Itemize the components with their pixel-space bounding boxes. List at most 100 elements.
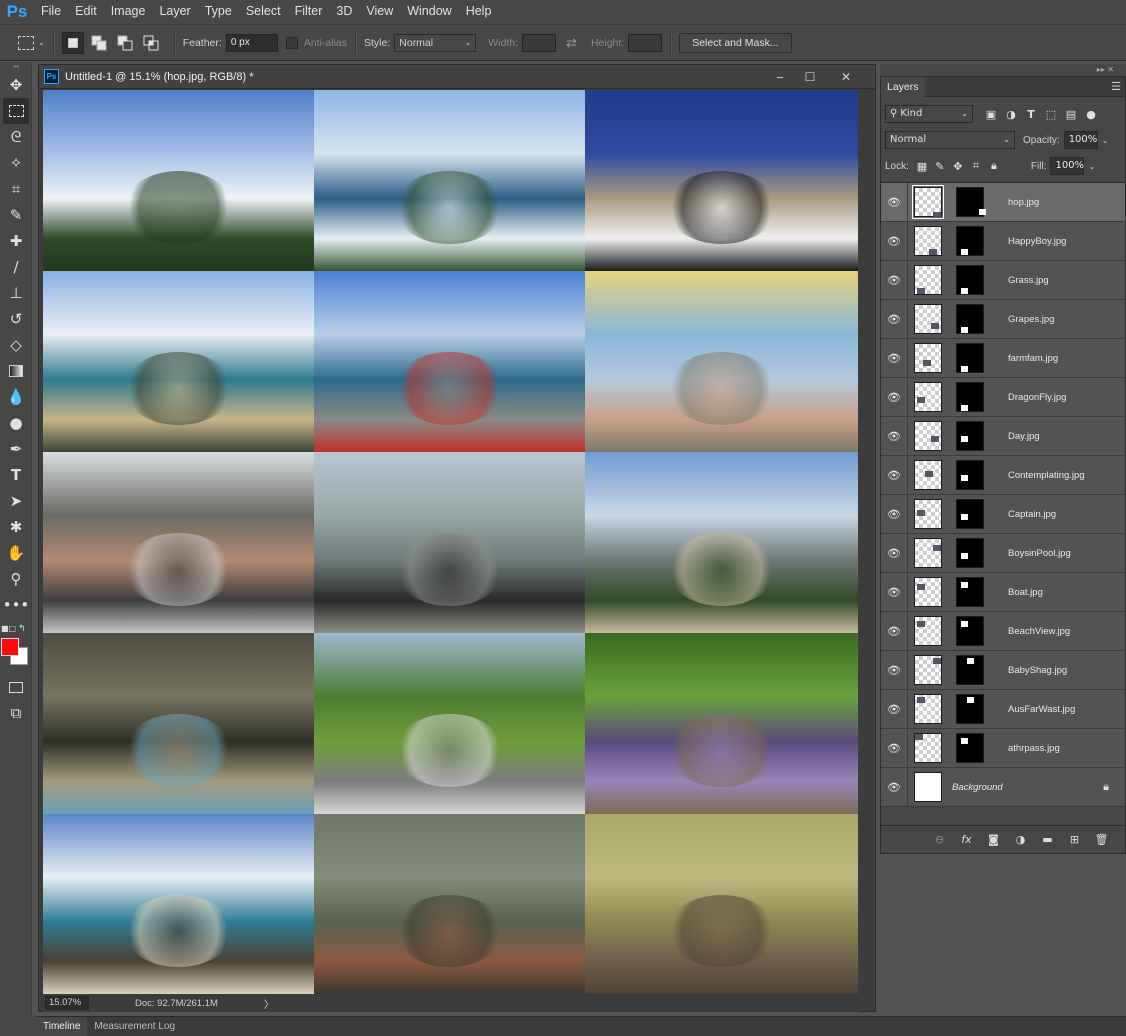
path-selection-tool-icon[interactable]: ➤ [3, 488, 29, 514]
antialias-checkbox[interactable] [285, 36, 298, 49]
layer-mask-thumbnail[interactable] [956, 616, 984, 646]
new-selection-button[interactable] [61, 31, 84, 54]
layer-mask-thumbnail[interactable] [956, 421, 984, 451]
menu-file[interactable]: File [34, 0, 68, 24]
layer-mask-thumbnail[interactable] [956, 538, 984, 568]
layer-mask-thumbnail[interactable] [956, 694, 984, 724]
intersect-selection-button[interactable] [140, 32, 162, 54]
menu-window[interactable]: Window [400, 0, 458, 24]
brush-tool-icon[interactable]: ∕ [3, 254, 29, 280]
quick-mask-icon[interactable] [3, 674, 29, 700]
eye-visibility-icon[interactable]: 👁︎ [881, 508, 907, 521]
layer-thumbnail[interactable] [914, 694, 942, 724]
lock-image-pixels-icon[interactable]: ✎ [931, 157, 949, 175]
gradient-tool-icon[interactable] [3, 358, 29, 384]
lock-transparent-pixels-icon[interactable]: ▦ [913, 157, 931, 175]
hand-tool-icon[interactable]: ✋ [3, 540, 29, 566]
layer-row[interactable]: 👁︎ Contemplating.jpg [881, 455, 1125, 495]
delete-layer-icon[interactable]: 🗑︎ [1088, 830, 1115, 850]
layer-mask-thumbnail[interactable] [956, 304, 984, 334]
tab-measurement-log[interactable]: Measurement Log [87, 1017, 182, 1036]
layer-row[interactable]: 👁︎ HappyBoy.jpg [881, 221, 1125, 261]
layer-thumbnail[interactable] [914, 265, 942, 295]
eye-visibility-icon[interactable]: 👁︎ [881, 781, 907, 794]
eye-visibility-icon[interactable]: 👁︎ [881, 391, 907, 404]
layer-mask-thumbnail[interactable] [956, 733, 984, 763]
pixel-filter-icon[interactable]: ▣ [981, 105, 1001, 123]
menu-edit[interactable]: Edit [68, 0, 104, 24]
crop-tool-icon[interactable]: ⌗ [3, 176, 29, 202]
eye-visibility-icon[interactable]: 👁︎ [881, 274, 907, 287]
layer-mask-thumbnail[interactable] [956, 655, 984, 685]
eye-visibility-icon[interactable]: 👁︎ [881, 742, 907, 755]
menu-view[interactable]: View [359, 0, 400, 24]
eye-visibility-icon[interactable]: 👁︎ [881, 196, 907, 209]
swap-colors-icon[interactable]: ↰ [18, 624, 26, 634]
blend-mode-select[interactable]: Normal ⌄ [885, 131, 1015, 149]
layer-thumbnail[interactable] [914, 460, 942, 490]
eye-visibility-icon[interactable]: 👁︎ [881, 586, 907, 599]
layer-mask-thumbnail[interactable] [956, 265, 984, 295]
chevron-down-icon[interactable]: ⌄ [1102, 136, 1109, 145]
menu-help[interactable]: Help [459, 0, 499, 24]
layer-thumbnail[interactable] [914, 733, 942, 763]
layer-mask-thumbnail[interactable] [956, 577, 984, 607]
layer-thumbnail[interactable] [914, 382, 942, 412]
height-input[interactable] [628, 33, 663, 52]
layer-thumbnail[interactable] [914, 421, 942, 451]
layer-mask-thumbnail[interactable] [956, 460, 984, 490]
layer-row[interactable]: 👁︎ Captain.jpg [881, 494, 1125, 534]
document-tab[interactable]: Ps Untitled-1 @ 15.1% (hop.jpg, RGB/8) *… [39, 65, 875, 89]
document-size-info[interactable]: Doc: 92.7M/261.1M [135, 998, 218, 1009]
eye-visibility-icon[interactable]: 👁︎ [881, 703, 907, 716]
eye-visibility-icon[interactable]: 👁︎ [881, 313, 907, 326]
new-layer-icon[interactable]: ⊞ [1061, 830, 1088, 850]
type-filter-icon[interactable]: T [1021, 105, 1041, 123]
swap-dimensions-icon[interactable]: ⇄ [566, 35, 577, 51]
layer-thumbnail[interactable] [914, 343, 942, 373]
panel-grip-icon[interactable]: ◂◂ [0, 62, 31, 72]
select-and-mask-button[interactable]: Select and Mask... [679, 32, 792, 53]
zoom-level-field[interactable]: 15.07% [45, 996, 89, 1010]
background-thumbnail[interactable] [914, 772, 942, 802]
status-menu-arrow-icon[interactable]: 〉 [264, 996, 274, 1011]
layer-row[interactable]: 👁︎ BeachView.jpg [881, 611, 1125, 651]
layer-row[interactable]: 👁︎ Boat.jpg [881, 572, 1125, 612]
feather-input[interactable]: 0 px [225, 33, 278, 52]
shape-filter-icon[interactable]: ⬚ [1041, 105, 1061, 123]
layer-thumbnail[interactable] [914, 538, 942, 568]
clone-stamp-tool-icon[interactable]: ⊥ [3, 280, 29, 306]
layer-thumbnail[interactable] [914, 616, 942, 646]
layer-thumbnail[interactable] [914, 577, 942, 607]
menu-3d[interactable]: 3D [329, 0, 359, 24]
subtract-selection-button[interactable] [114, 32, 136, 54]
smart-object-filter-icon[interactable]: ▤ [1061, 105, 1081, 123]
tab-timeline[interactable]: Timeline [36, 1016, 88, 1036]
layer-mask-thumbnail[interactable] [956, 226, 984, 256]
layer-row[interactable]: 👁︎ DragonFly.jpg [881, 377, 1125, 417]
pen-tool-icon[interactable]: ✒ [3, 436, 29, 462]
layer-mask-thumbnail[interactable] [956, 499, 984, 529]
eye-visibility-icon[interactable]: 👁︎ [881, 625, 907, 638]
layer-thumbnail[interactable] [914, 304, 942, 334]
layer-row[interactable]: 👁︎ Day.jpg [881, 416, 1125, 456]
layer-row[interactable]: 👁︎ Grass.jpg [881, 260, 1125, 300]
eye-visibility-icon[interactable]: 👁︎ [881, 547, 907, 560]
dodge-tool-icon[interactable]: ● [3, 410, 29, 436]
lock-artboard-icon[interactable]: ⌗ [967, 157, 985, 175]
minimize-icon[interactable]: ‒ [765, 65, 795, 89]
layer-thumbnail[interactable] [914, 226, 942, 256]
magic-wand-tool-icon[interactable]: ✧ [3, 150, 29, 176]
panel-menu-icon[interactable]: ☰ [1111, 80, 1121, 93]
canvas[interactable] [43, 90, 858, 994]
eye-visibility-icon[interactable]: 👁︎ [881, 430, 907, 443]
menu-layer[interactable]: Layer [152, 0, 197, 24]
eye-visibility-icon[interactable]: 👁︎ [881, 235, 907, 248]
layer-thumbnail[interactable] [912, 185, 944, 219]
eyedropper-tool-icon[interactable]: ✎ [3, 202, 29, 228]
zoom-tool-icon[interactable]: ⚲ [3, 566, 29, 592]
foreground-color-swatch[interactable] [1, 638, 19, 656]
lock-position-icon[interactable]: ✥ [949, 157, 967, 175]
filter-kind-select[interactable]: ⚲ Kind ⌄ [885, 105, 973, 123]
type-tool-icon[interactable]: T [3, 462, 29, 488]
